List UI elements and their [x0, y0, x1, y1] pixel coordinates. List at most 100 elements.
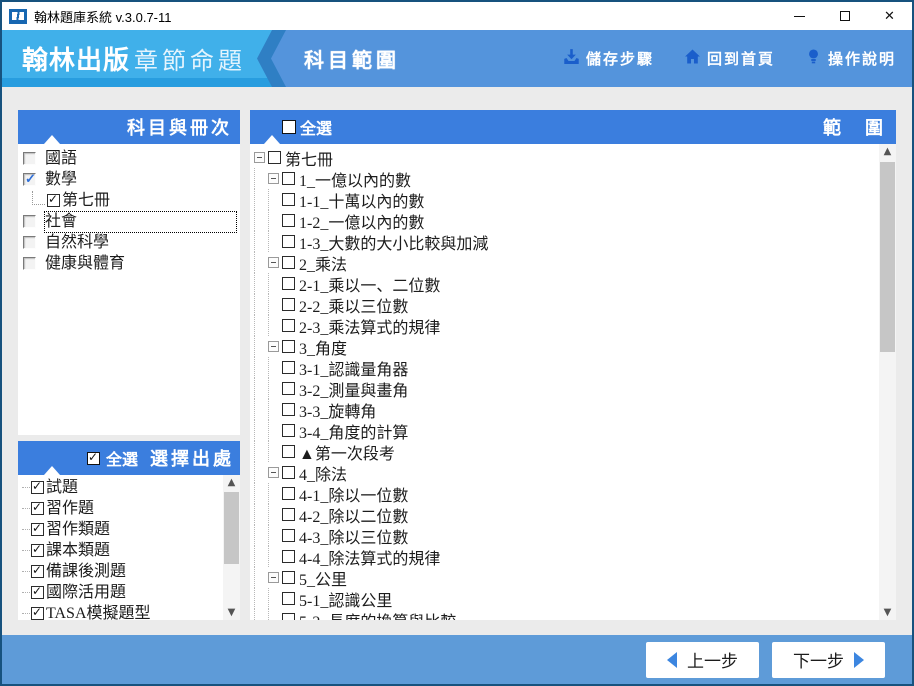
source-checkbox[interactable] — [31, 500, 44, 516]
sources-scrollbar[interactable]: ▲ ▼ — [223, 475, 240, 620]
tree-indent-line — [268, 441, 282, 462]
tree-checkbox[interactable] — [282, 466, 295, 479]
volume-checkbox[interactable] — [47, 192, 60, 207]
collapse-icon[interactable] — [268, 257, 279, 268]
source-label[interactable]: 備課後測題 — [46, 562, 126, 582]
next-step-button[interactable]: 下一步 — [772, 641, 885, 678]
tree-row: ▲第一次段考 — [254, 441, 896, 463]
tree-indent-line — [268, 357, 282, 378]
tree-checkbox[interactable] — [282, 571, 295, 584]
subject-checkbox[interactable] — [23, 171, 36, 187]
source-label[interactable]: 國際活用題 — [46, 583, 126, 603]
tree-indent-line — [254, 462, 268, 483]
panel-notch-icon — [44, 135, 60, 144]
source-checkbox[interactable] — [31, 584, 44, 600]
subjects-panel-title: 科目與冊次 — [127, 118, 232, 138]
tree-checkbox[interactable] — [282, 235, 295, 248]
tree-checkbox[interactable] — [282, 256, 295, 269]
left-column: 科目與冊次 國語數學第七冊社會自然科學健康與體育 全選 選擇出處 試題習作題習作… — [18, 110, 240, 620]
source-checkbox[interactable] — [31, 521, 44, 537]
brand-name: 翰林出版 — [22, 45, 131, 75]
tree-label[interactable]: 5-2_長度的換算與比較 — [299, 608, 456, 621]
collapse-icon[interactable] — [268, 173, 279, 184]
source-label[interactable]: 試題 — [46, 478, 78, 498]
tree-checkbox[interactable] — [282, 319, 295, 332]
maximize-icon[interactable] — [822, 2, 867, 30]
tree-indent-line — [268, 504, 282, 525]
header-link-home[interactable]: 回到首頁 — [684, 48, 775, 69]
header-link-save[interactable]: 儲存步驟 — [563, 48, 654, 69]
scroll-up-icon[interactable]: ▲ — [223, 475, 240, 490]
scope-scrollbar[interactable]: ▲ ▼ — [879, 144, 896, 620]
subject-checkbox[interactable] — [23, 236, 36, 249]
source-checkbox[interactable] — [31, 605, 44, 620]
subject-label[interactable]: 數學 — [45, 170, 77, 190]
window-title: 翰林題庫系統 v.3.0.7-11 — [34, 9, 172, 25]
collapse-icon[interactable] — [254, 152, 265, 163]
collapse-icon[interactable] — [268, 341, 279, 352]
tree-checkbox[interactable] — [282, 298, 295, 311]
source-checkbox[interactable] — [31, 563, 44, 579]
collapse-icon[interactable] — [268, 467, 279, 478]
window-controls: ✕ — [777, 2, 912, 30]
sources-select-all-label[interactable]: 全選 — [106, 446, 138, 470]
bulb-icon — [805, 48, 822, 69]
tree-checkbox[interactable] — [282, 487, 295, 500]
scroll-down-icon[interactable]: ▼ — [879, 605, 896, 620]
tree-row: 5_公里 — [254, 567, 896, 589]
subject-checkbox[interactable] — [23, 257, 36, 270]
tree-checkbox[interactable] — [282, 382, 295, 395]
tree-checkbox[interactable] — [282, 508, 295, 521]
tree-row: 5-2_長度的換算與比較 — [254, 609, 896, 620]
tree-checkbox[interactable] — [282, 214, 295, 227]
source-label[interactable]: TASA模擬題型 — [46, 604, 151, 620]
home-icon — [684, 48, 701, 69]
sources-select-all-checkbox[interactable] — [86, 450, 100, 465]
close-icon[interactable]: ✕ — [867, 2, 912, 30]
source-label[interactable]: 課本類題 — [46, 541, 110, 561]
tree-checkbox[interactable] — [282, 403, 295, 416]
scope-select-all-checkbox[interactable] — [282, 120, 296, 134]
prev-step-button[interactable]: 上一步 — [646, 641, 759, 678]
source-checkbox[interactable] — [31, 479, 44, 495]
tree-line — [22, 571, 30, 573]
subject-label[interactable]: 國語 — [45, 149, 77, 169]
tree-checkbox[interactable] — [282, 445, 295, 458]
scroll-down-icon[interactable]: ▼ — [223, 605, 240, 620]
tree-checkbox[interactable] — [282, 193, 295, 206]
volume-label[interactable]: 第七冊 — [62, 191, 110, 211]
sources-panel-body: 試題習作題習作類題課本類題備課後測題國際活用題TASA模擬題型 ▲ ▼ — [18, 475, 240, 620]
subject-label[interactable]: 自然科學 — [45, 233, 109, 253]
tree-checkbox[interactable] — [282, 172, 295, 185]
tree-indent-line — [268, 525, 282, 546]
page-title: 科目範圍 — [304, 50, 400, 72]
source-label[interactable]: 習作類題 — [46, 520, 110, 540]
scope-select-all-label[interactable]: 全選 — [300, 115, 332, 139]
tree-checkbox[interactable] — [268, 151, 281, 164]
tree-checkbox[interactable] — [282, 592, 295, 605]
header-link-bulb[interactable]: 操作說明 — [805, 48, 896, 69]
scrollbar-thumb[interactable] — [880, 162, 895, 352]
subject-checkbox[interactable] — [23, 215, 36, 228]
tree-row: 3_角度 — [254, 336, 896, 358]
minimize-icon[interactable] — [777, 2, 822, 30]
tree-checkbox[interactable] — [282, 340, 295, 353]
scrollbar-thumb[interactable] — [224, 492, 239, 565]
source-checkbox[interactable] — [31, 542, 44, 558]
tree-checkbox[interactable] — [282, 361, 295, 374]
source-label[interactable]: 習作題 — [46, 499, 94, 519]
tree-indent-line — [254, 273, 268, 294]
collapse-icon[interactable] — [268, 572, 279, 583]
tree-checkbox[interactable] — [282, 613, 295, 620]
next-step-label: 下一步 — [793, 652, 844, 671]
tree-checkbox[interactable] — [282, 277, 295, 290]
tree-checkbox[interactable] — [282, 550, 295, 563]
tree-checkbox[interactable] — [282, 529, 295, 542]
subject-label[interactable]: 社會 — [44, 210, 237, 233]
subject-label[interactable]: 健康與體育 — [45, 254, 125, 274]
scroll-up-icon[interactable]: ▲ — [879, 144, 896, 159]
tree-indent-line — [268, 210, 282, 231]
tree-indent-line — [254, 378, 268, 399]
tree-checkbox[interactable] — [282, 424, 295, 437]
subject-checkbox[interactable] — [23, 152, 36, 165]
